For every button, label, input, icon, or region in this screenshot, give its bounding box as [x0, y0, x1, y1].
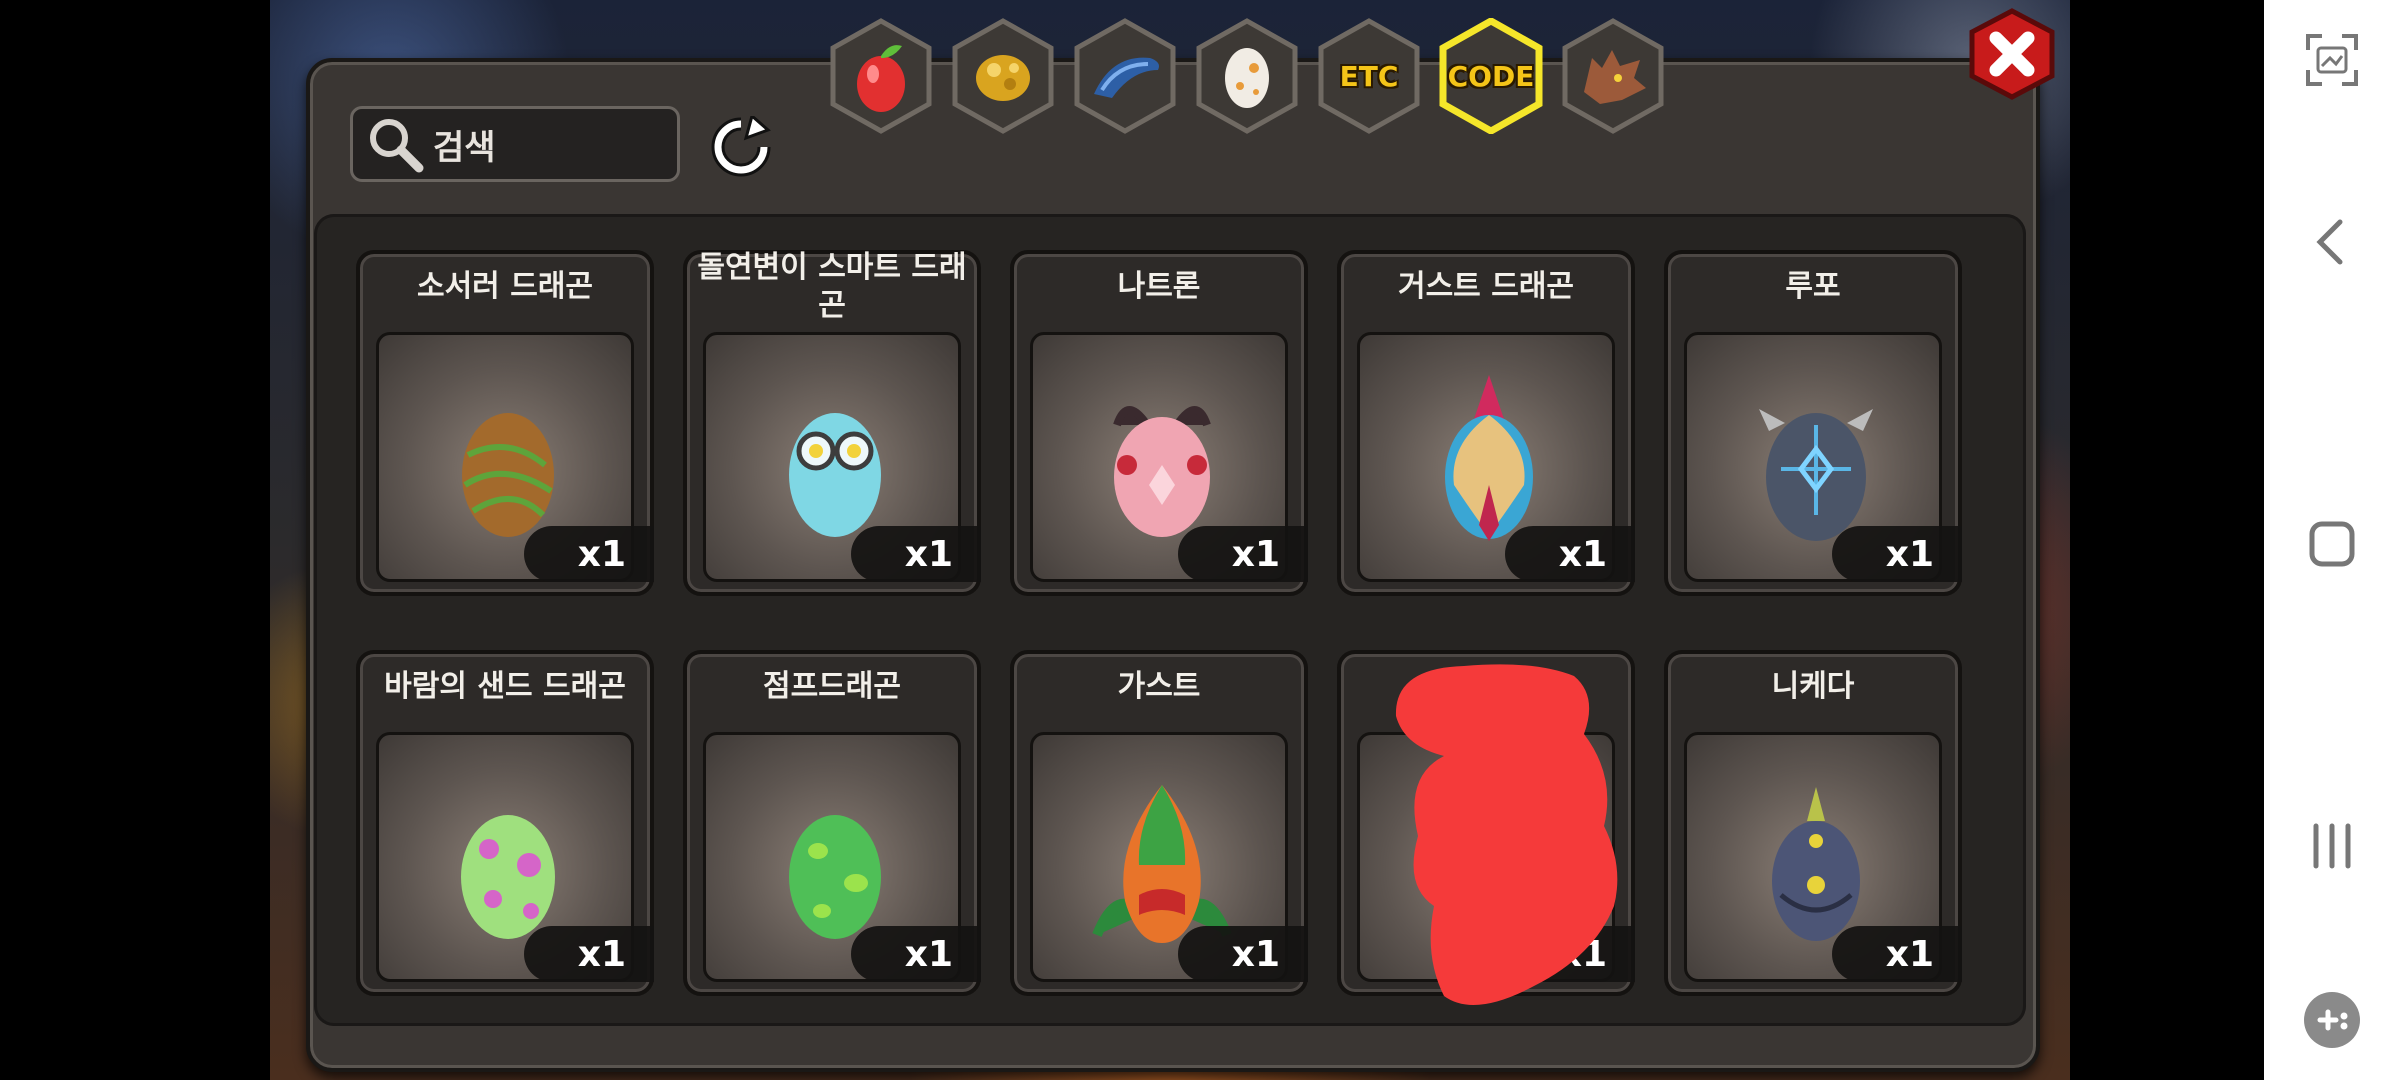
- screenshot-edit-icon[interactable]: [2292, 20, 2372, 100]
- item-quantity: x1: [1178, 526, 1308, 582]
- item-quantity: x1: [1178, 926, 1308, 982]
- system-navigation-bar: [2264, 0, 2400, 1080]
- refresh-icon[interactable]: [710, 116, 772, 178]
- search-icon: [370, 119, 424, 173]
- item-card[interactable]: 바람의 샌드 드래곤 x1: [356, 650, 654, 996]
- home-icon[interactable]: [2292, 504, 2372, 584]
- tab-gold[interactable]: [950, 18, 1056, 134]
- close-icon[interactable]: [1966, 8, 2058, 100]
- item-name: 거스트 드래곤: [1397, 269, 1575, 304]
- recent-apps-icon[interactable]: [2292, 806, 2372, 886]
- tab-egg[interactable]: [1194, 18, 1300, 134]
- item-quantity: x1: [851, 526, 981, 582]
- item-quantity: x1: [1832, 526, 1962, 582]
- egg-icon: [1225, 48, 1269, 108]
- tab-fruit[interactable]: [828, 18, 934, 134]
- game-tools-icon[interactable]: [2292, 980, 2372, 1060]
- redaction-scribble: [1395, 664, 1618, 1005]
- search-placeholder: 검색: [433, 127, 496, 168]
- item-card[interactable]: 거스트 드래곤 x1: [1337, 250, 1635, 596]
- item-card[interactable]: 나트론 x1: [1010, 250, 1308, 596]
- tab-etc-label: ETC: [1339, 59, 1399, 93]
- item-card[interactable]: 돌연변이 스마트 드래곤 x1: [683, 250, 981, 596]
- item-card[interactable]: 니케다 x1: [1664, 650, 1962, 996]
- item-name: 니케다: [1771, 669, 1855, 704]
- item-quantity: x1: [1832, 926, 1962, 982]
- search-input[interactable]: 검색: [350, 106, 680, 182]
- item-name: 바람의 샌드 드래곤: [384, 669, 626, 704]
- item-quantity: x1: [524, 526, 654, 582]
- item-card[interactable]: 루포 x1: [1664, 250, 1962, 596]
- item-name: 가스트: [1117, 669, 1201, 704]
- tab-fish[interactable]: [1072, 18, 1178, 134]
- item-card[interactable]: 점프드래곤 x1: [683, 650, 981, 996]
- tab-etc[interactable]: ETC: [1316, 18, 1422, 134]
- item-name: 루포: [1785, 269, 1841, 304]
- item-name: 점프드래곤: [763, 669, 901, 704]
- tab-code[interactable]: CODE: [1438, 18, 1544, 134]
- tab-code-label: CODE: [1447, 59, 1535, 93]
- back-icon[interactable]: [2292, 202, 2372, 282]
- item-quantity: x1: [1505, 526, 1635, 582]
- item-name: 소서러 드래곤: [416, 269, 594, 304]
- item-name: 나트론: [1117, 269, 1201, 304]
- item-quantity: x1: [851, 926, 981, 982]
- item-card[interactable]: 가스트 x1: [1010, 650, 1308, 996]
- item-quantity: x1: [524, 926, 654, 982]
- item-card[interactable]: 소서러 드래곤 x1: [356, 250, 654, 596]
- tab-dragon[interactable]: [1560, 18, 1666, 134]
- item-name: 돌연변이 스마트 드래곤: [697, 250, 967, 323]
- gold-nugget-icon: [976, 55, 1030, 101]
